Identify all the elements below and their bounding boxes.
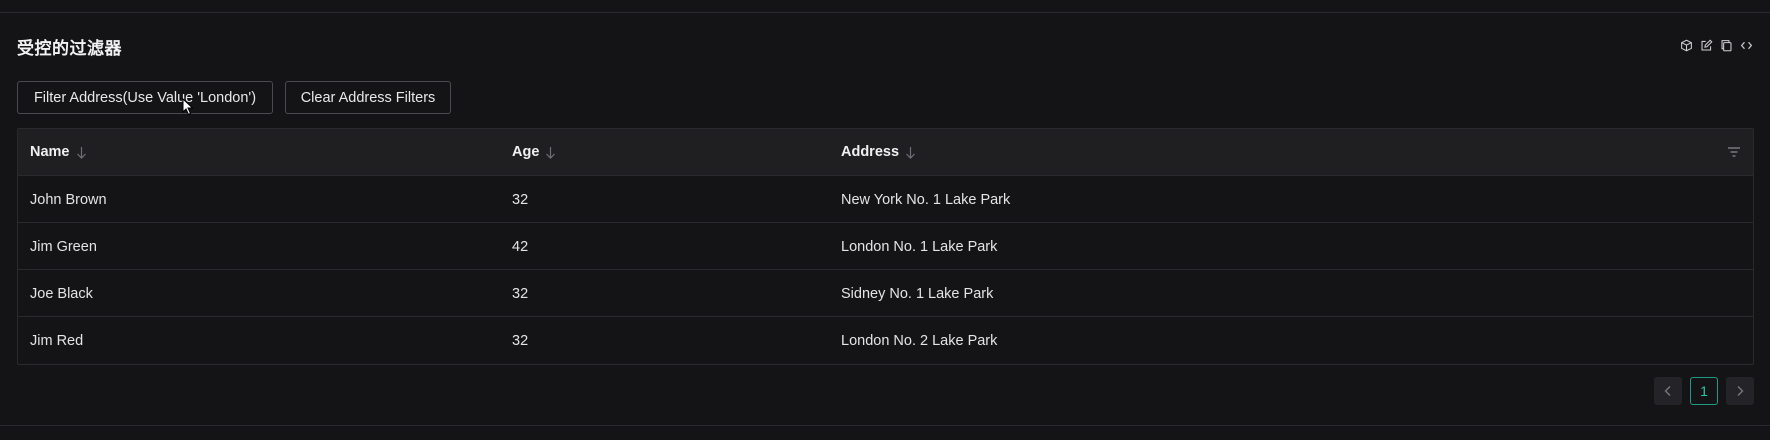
sort-arrow-down-icon[interactable] [545,146,556,159]
table-row[interactable]: Jim Green 42 London No. 1 Lake Park [18,223,1753,270]
column-header-label: Address [841,144,900,160]
cell-name: Jim Green [30,238,97,255]
column-header-label: Name [30,144,70,160]
column-header-label: Age [512,144,540,160]
chevron-left-icon [1664,386,1671,396]
cell-age: 32 [512,285,529,302]
column-header-age[interactable]: Age [512,129,556,175]
pagination: 1 [1654,377,1754,405]
table-header: Name Age Address [18,129,1753,176]
filter-icon[interactable] [1727,146,1741,158]
copy-icon[interactable] [1719,38,1733,52]
filter-address-button[interactable]: Filter Address(Use Value 'London') [17,81,273,114]
cell-name: Jim Red [30,332,84,349]
cell-age: 32 [512,332,529,349]
bottom-divider [0,425,1770,426]
table-row[interactable]: John Brown 32 New York No. 1 Lake Park [18,176,1753,223]
cell-address: Sidney No. 1 Lake Park [841,285,994,302]
code-icon[interactable] [1739,38,1753,52]
sort-arrow-down-icon[interactable] [905,146,916,159]
table-row[interactable]: Joe Black 32 Sidney No. 1 Lake Park [18,270,1753,317]
mouse-cursor-icon [182,98,194,116]
table-row[interactable]: Jim Red 32 London No. 2 Lake Park [18,317,1753,364]
cell-address: New York No. 1 Lake Park [841,191,1011,208]
edit-icon[interactable] [1699,38,1713,52]
chevron-right-icon [1737,386,1744,396]
cell-address: London No. 1 Lake Park [841,238,998,255]
column-header-address[interactable]: Address [841,129,916,175]
cell-age: 32 [512,191,529,208]
page-1-button[interactable]: 1 [1690,377,1718,405]
sort-arrow-down-icon[interactable] [76,146,87,159]
data-table: Name Age Address John Brown 32 New York … [17,128,1754,365]
prev-page-button[interactable] [1654,377,1682,405]
column-header-name[interactable]: Name [30,129,87,175]
demo-toolbar [1679,38,1753,52]
cell-name: John Brown [30,191,107,208]
cell-age: 42 [512,238,529,255]
top-divider [0,12,1770,13]
cell-name: Joe Black [30,285,93,302]
cell-address: London No. 2 Lake Park [841,332,998,349]
codesandbox-icon[interactable] [1679,38,1693,52]
clear-address-filters-button[interactable]: Clear Address Filters [285,81,451,114]
page: 受控的过滤器 Filter Address(Use Value 'London'… [0,0,1770,440]
demo-title: 受控的过滤器 [17,39,122,59]
next-page-button[interactable] [1726,377,1754,405]
